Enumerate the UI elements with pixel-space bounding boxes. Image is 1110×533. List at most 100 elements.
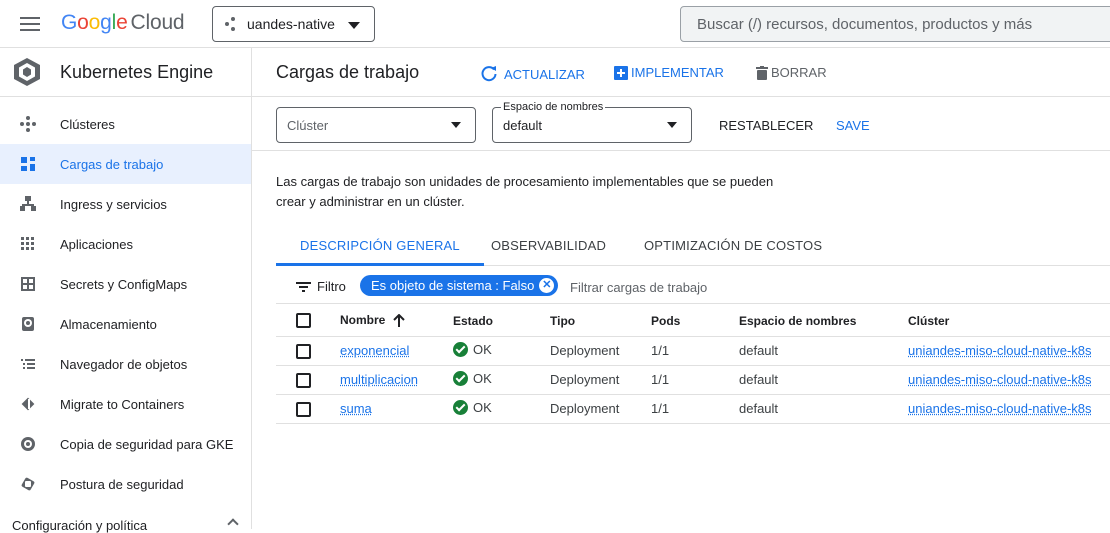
sidebar-item-workloads[interactable]: Cargas de trabajo	[0, 144, 251, 184]
status-text: OK	[473, 341, 492, 357]
page-title: Cargas de trabajo	[276, 62, 420, 82]
cluster-select[interactable]: Clúster	[276, 107, 476, 143]
workload-link[interactable]: suma	[340, 401, 372, 416]
status-text: OK	[473, 399, 492, 415]
filter-icon	[296, 281, 311, 292]
sidebar-item-label: Copia de seguridad para GKE	[60, 436, 234, 452]
select-all-checkbox[interactable]	[296, 313, 311, 329]
status-cell: OK	[453, 365, 550, 395]
filter-chip[interactable]: Es objeto de sistema : Falso ✕	[360, 275, 559, 296]
sidebar: Kubernetes Engine Clústeres Cargas de tr…	[0, 48, 252, 533]
column-header-namespace[interactable]: Espacio de nombres	[739, 306, 908, 337]
sidebar-item-label: Ingress y servicios	[60, 196, 167, 212]
filter-workloads-input[interactable]: Filtrar cargas de trabajo	[570, 280, 707, 295]
filter-label: Filtro	[317, 279, 346, 294]
storage-icon	[20, 316, 36, 332]
workload-link[interactable]: exponencial	[340, 343, 409, 358]
sidebar-item-ingress[interactable]: Ingress y servicios	[0, 184, 251, 224]
tab-observability[interactable]: OBSERVABILIDAD	[491, 230, 606, 266]
security-icon	[20, 476, 36, 492]
row-checkbox[interactable]	[296, 372, 311, 388]
sidebar-item-label: Almacenamiento	[60, 316, 157, 332]
sidebar-item-label: Cargas de trabajo	[60, 156, 164, 172]
status-text: OK	[473, 370, 492, 386]
select-all-cell	[276, 306, 340, 337]
name-cell: exponencial	[340, 336, 453, 366]
workload-link[interactable]: multiplicacion	[340, 372, 418, 387]
apps-grid-icon	[20, 236, 36, 252]
column-header-name[interactable]: Nombre	[340, 306, 453, 337]
sidebar-item-applications[interactable]: Aplicaciones	[0, 224, 251, 264]
save-button[interactable]: SAVE	[836, 118, 870, 133]
arrow-up-icon	[393, 313, 406, 328]
cluster-link[interactable]: uniandes-miso-cloud-native-k8s	[908, 372, 1092, 387]
sidebar-item-clusters[interactable]: Clústeres	[0, 104, 251, 144]
project-selector[interactable]: uandes-native	[212, 6, 375, 42]
close-icon[interactable]: ✕	[539, 278, 555, 293]
namespace-select-label: Espacio de nombres	[501, 101, 606, 113]
table-row: suma OK Deployment 1/1 default uniandes-…	[276, 394, 1110, 424]
row-checkbox[interactable]	[296, 343, 311, 359]
sidebar-item-object-browser[interactable]: Navegador de objetos	[0, 344, 251, 384]
workloads-icon	[20, 156, 36, 172]
reset-button[interactable]: RESTABLECER	[719, 118, 813, 133]
refresh-label: ACTUALIZAR	[504, 66, 585, 82]
deploy-label: IMPLEMENTAR	[631, 65, 724, 80]
refresh-button[interactable]: ACTUALIZAR	[480, 65, 585, 83]
namespace-cell: default	[739, 394, 908, 424]
sidebar-section-config[interactable]: Configuración y política	[12, 518, 239, 533]
chevron-down-icon	[667, 122, 677, 128]
sidebar-header: Kubernetes Engine	[0, 48, 251, 97]
sidebar-title: Kubernetes Engine	[60, 61, 214, 82]
sidebar-item-label: Clústeres	[60, 116, 115, 132]
column-header-type[interactable]: Tipo	[550, 306, 651, 337]
filter-button[interactable]: Filtro	[296, 279, 346, 294]
clusters-icon	[20, 116, 36, 132]
column-header-status[interactable]: Estado	[453, 306, 550, 337]
sidebar-item-label: Aplicaciones	[60, 236, 133, 252]
sidebar-item-label: Navegador de objetos	[60, 356, 188, 372]
sidebar-item-backup[interactable]: Copia de seguridad para GKE	[0, 424, 251, 464]
sidebar-item-migrate[interactable]: Migrate to Containers	[0, 384, 251, 424]
column-header-cluster[interactable]: Clúster	[908, 306, 1110, 337]
tab-cost-optimization[interactable]: OPTIMIZACIÓN DE COSTOS	[644, 230, 822, 266]
deploy-button[interactable]: IMPLEMENTAR	[614, 65, 724, 80]
sidebar-item-label: Postura de seguridad	[60, 476, 184, 492]
cluster-cell: uniandes-miso-cloud-native-k8s	[908, 394, 1110, 424]
search-input[interactable]: Buscar (/) recursos, documentos, product…	[680, 6, 1110, 42]
type-cell: Deployment	[550, 336, 651, 366]
namespace-select-value: default	[503, 117, 543, 133]
migrate-icon	[20, 396, 36, 412]
row-select-cell	[276, 365, 340, 395]
google-cloud-logo[interactable]: Google Cloud	[61, 11, 185, 35]
pods-cell: 1/1	[651, 394, 739, 424]
sidebar-item-label: Migrate to Containers	[60, 396, 185, 412]
chevron-down-icon	[348, 22, 360, 29]
page-description: Las cargas de trabajo son unidades de pr…	[276, 174, 774, 209]
logo-letter: o	[77, 11, 89, 34]
logo-letter: g	[100, 11, 112, 34]
sidebar-item-security-posture[interactable]: Postura de seguridad	[0, 464, 251, 504]
table-filter-bar: Filtro Es objeto de sistema : Falso ✕ Fi…	[276, 270, 1110, 304]
namespace-select[interactable]: Espacio de nombres default	[492, 101, 692, 143]
check-circle-icon	[453, 341, 468, 357]
status-cell: OK	[453, 394, 550, 424]
menu-icon[interactable]	[20, 14, 40, 34]
search-placeholder: Buscar (/) recursos, documentos, product…	[697, 15, 1033, 33]
object-browser-icon	[20, 356, 36, 372]
column-header-pods[interactable]: Pods	[651, 306, 739, 337]
filter-chip-label: Es objeto de sistema : Falso	[371, 278, 535, 293]
cluster-cell: uniandes-miso-cloud-native-k8s	[908, 336, 1110, 366]
cluster-link[interactable]: uniandes-miso-cloud-native-k8s	[908, 401, 1092, 416]
row-checkbox[interactable]	[296, 401, 311, 417]
sidebar-item-secrets[interactable]: Secrets y ConfigMaps	[0, 264, 251, 304]
secrets-icon	[20, 276, 36, 292]
delete-button[interactable]: BORRAR	[756, 65, 827, 80]
logo-letter: e	[116, 11, 128, 34]
tab-bar: DESCRIPCIÓN GENERAL OBSERVABILIDAD OPTIM…	[276, 230, 1110, 266]
column-header-label: Nombre	[340, 313, 386, 328]
tab-overview[interactable]: DESCRIPCIÓN GENERAL	[276, 230, 484, 266]
logo-letter: o	[88, 11, 101, 34]
cluster-link[interactable]: uniandes-miso-cloud-native-k8s	[908, 343, 1092, 358]
sidebar-item-storage[interactable]: Almacenamiento	[0, 304, 251, 344]
